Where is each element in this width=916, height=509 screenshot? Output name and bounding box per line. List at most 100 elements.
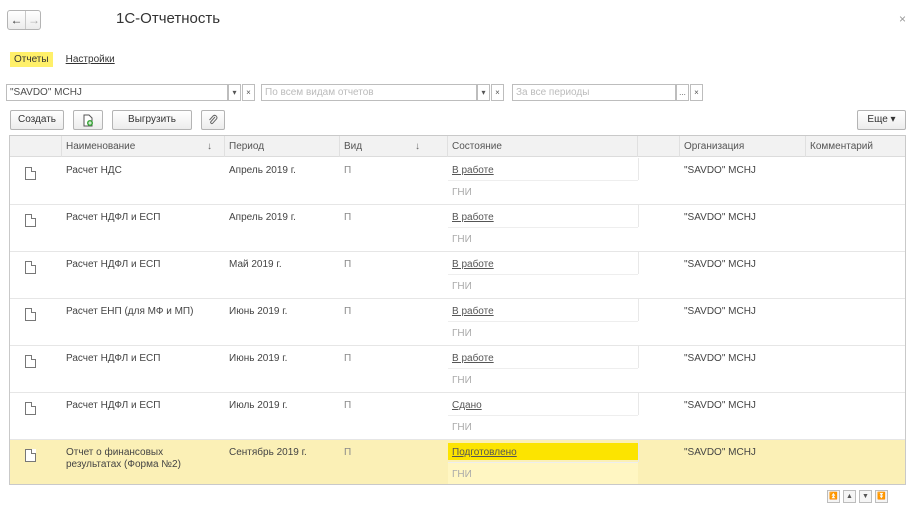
header-name[interactable]: Наименование ↓ xyxy=(62,136,225,157)
report-type: П xyxy=(344,447,352,458)
report-period: Июнь 2019 г. xyxy=(229,306,288,317)
table-header: Наименование ↓ Период Вид ↓ Состояние Ор… xyxy=(10,136,905,157)
table-row[interactable]: Расчет НДФЛ и ЕСП Апрель 2019 г. П В работе… xyxy=(10,205,905,252)
cell-divider xyxy=(638,393,639,415)
report-type: П xyxy=(344,259,352,270)
clear-icon[interactable]: × xyxy=(491,84,504,101)
report-type: П xyxy=(344,306,352,317)
organization-field[interactable]: "SAVDO" MCHJ xyxy=(6,84,228,101)
cell-divider xyxy=(638,346,639,368)
report-period: Июль 2019 г. xyxy=(229,400,288,411)
report-type: П xyxy=(344,353,352,364)
report-state-link[interactable]: Подготовлено xyxy=(452,447,517,458)
reports-table: Наименование ↓ Период Вид ↓ Состояние Ор… xyxy=(9,135,906,485)
window-title: 1С-Отчетность xyxy=(116,10,221,27)
report-name: Расчет ЕНП (для МФ и МП) xyxy=(66,306,194,317)
title-bar: ← → 1С-Отчетность × xyxy=(0,0,916,38)
upload-button[interactable]: Выгрузить xyxy=(112,110,192,130)
document-icon xyxy=(25,308,36,321)
document-icon xyxy=(25,167,36,180)
report-period: Сентябрь 2019 г. xyxy=(229,447,307,458)
clear-icon[interactable]: × xyxy=(242,84,255,101)
report-recipient: ГНИ xyxy=(452,469,472,480)
tab-settings[interactable]: Настройки xyxy=(62,52,119,67)
table-row[interactable]: Отчет о финансовых результатах (Форма №2)… xyxy=(10,440,905,484)
report-recipient: ГНИ xyxy=(452,422,472,433)
document-icon xyxy=(25,402,36,415)
cell-divider xyxy=(638,440,639,462)
cell-divider xyxy=(638,158,639,180)
report-recipient: ГНИ xyxy=(452,187,472,198)
attach-button[interactable] xyxy=(201,110,225,130)
report-organization: "SAVDO" MCHJ xyxy=(684,447,756,458)
report-type: П xyxy=(344,212,352,223)
report-state-link[interactable]: В работе xyxy=(452,306,494,317)
sort-arrow-icon: ↓ xyxy=(415,141,420,152)
report-organization: "SAVDO" MCHJ xyxy=(684,212,756,223)
report-organization: "SAVDO" MCHJ xyxy=(684,306,756,317)
back-arrow-icon[interactable]: ← xyxy=(8,11,25,29)
scroll-last-button[interactable]: ⏬ xyxy=(875,490,888,503)
section-tabs: Отчеты Настройки xyxy=(10,52,125,70)
header-comment[interactable]: Комментарий xyxy=(806,136,905,157)
period-field[interactable]: За все периоды xyxy=(512,84,676,101)
header-icon-column xyxy=(10,136,62,157)
report-name-line2: результатах (Форма №2) xyxy=(66,459,181,470)
report-organization: "SAVDO" MCHJ xyxy=(684,165,756,176)
chevron-down-icon[interactable]: ▾ xyxy=(228,84,241,101)
report-type: П xyxy=(344,400,352,411)
add-file-button[interactable] xyxy=(73,110,103,130)
add-document-icon xyxy=(83,114,93,127)
report-recipient: ГНИ xyxy=(452,328,472,339)
toolbar: Создать Выгрузить Еще ▾ xyxy=(10,110,906,130)
table-row[interactable]: Расчет НДС Апрель 2019 г. П В работе ГНИ "SAV… xyxy=(10,158,905,205)
header-type[interactable]: Вид ↓ xyxy=(340,136,448,157)
cell-divider xyxy=(448,368,638,369)
report-state-link[interactable]: В работе xyxy=(452,353,494,364)
document-icon xyxy=(25,261,36,274)
report-state-link[interactable]: В работе xyxy=(452,165,494,176)
report-state-link[interactable]: В работе xyxy=(452,212,494,223)
cell-divider xyxy=(448,462,638,463)
close-icon[interactable]: × xyxy=(899,12,906,26)
choose-period-button[interactable]: ... xyxy=(676,84,689,101)
document-icon xyxy=(25,355,36,368)
tab-reports[interactable]: Отчеты xyxy=(10,52,53,67)
create-button[interactable]: Создать xyxy=(10,110,64,130)
header-organization[interactable]: Организация xyxy=(680,136,806,157)
report-name: Расчет НДФЛ и ЕСП xyxy=(66,259,161,270)
header-period[interactable]: Период xyxy=(225,136,340,157)
header-type-label: Вид xyxy=(344,141,363,152)
navigation-buttons: ← → xyxy=(7,10,41,30)
report-period: Июнь 2019 г. xyxy=(229,353,288,364)
report-period: Апрель 2019 г. xyxy=(229,165,296,176)
table-row[interactable]: Расчет НДФЛ и ЕСП Июнь 2019 г. П В работе ГН… xyxy=(10,346,905,393)
cell-divider xyxy=(638,252,639,274)
report-type-field[interactable]: По всем видам отчетов xyxy=(261,84,477,101)
paperclip-icon xyxy=(209,114,218,125)
scroll-first-button[interactable]: ⏫ xyxy=(827,490,840,503)
chevron-down-icon[interactable]: ▾ xyxy=(477,84,490,101)
sort-arrow-icon: ↓ xyxy=(207,141,212,152)
more-menu-button[interactable]: Еще ▾ xyxy=(857,110,906,130)
report-organization: "SAVDO" MCHJ xyxy=(684,400,756,411)
clear-icon[interactable]: × xyxy=(690,84,703,101)
forward-arrow-icon[interactable]: → xyxy=(25,11,42,29)
report-organization: "SAVDO" MCHJ xyxy=(684,259,756,270)
scroll-up-button[interactable]: ▲ xyxy=(843,490,856,503)
cell-divider xyxy=(448,227,638,228)
report-period: Апрель 2019 г. xyxy=(229,212,296,223)
header-name-label: Наименование xyxy=(66,141,136,152)
document-icon xyxy=(25,449,36,462)
table-row[interactable]: Расчет ЕНП (для МФ и МП) Июнь 2019 г. П В р… xyxy=(10,299,905,346)
report-period: Май 2019 г. xyxy=(229,259,282,270)
report-name: Расчет НДФЛ и ЕСП xyxy=(66,353,161,364)
document-icon xyxy=(25,214,36,227)
header-state[interactable]: Состояние xyxy=(448,136,638,157)
table-row[interactable]: Расчет НДФЛ и ЕСП Май 2019 г. П В работе ГНИ… xyxy=(10,252,905,299)
report-state-link[interactable]: Сдано xyxy=(452,400,482,411)
scroll-down-button[interactable]: ▼ xyxy=(859,490,872,503)
report-recipient: ГНИ xyxy=(452,375,472,386)
report-state-link[interactable]: В работе xyxy=(452,259,494,270)
table-row[interactable]: Расчет НДФЛ и ЕСП Июль 2019 г. П Сдано ГНИ "S… xyxy=(10,393,905,440)
